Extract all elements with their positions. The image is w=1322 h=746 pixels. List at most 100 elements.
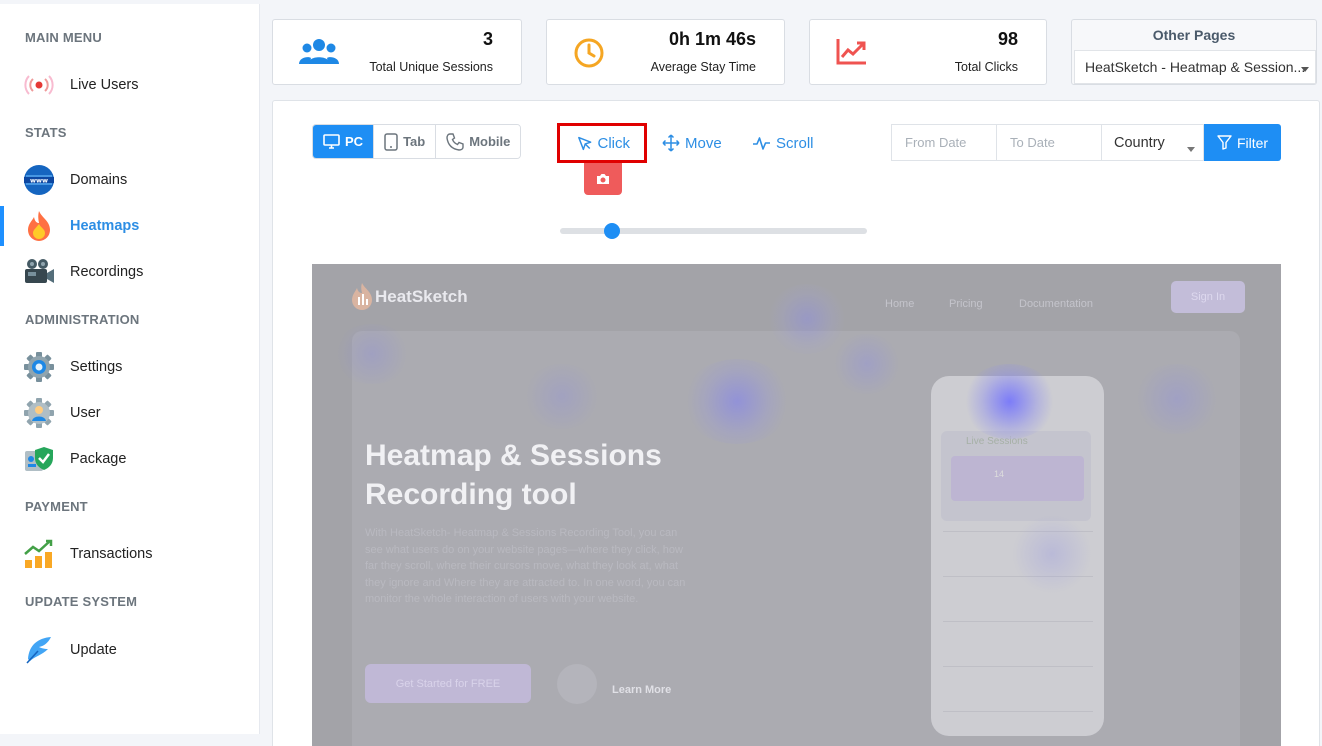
heatsketch-logo-icon — [352, 283, 372, 310]
mode-label: Click — [597, 134, 631, 152]
device-pc-button[interactable]: PC — [313, 125, 375, 158]
sidebar-item-label: Transactions — [70, 546, 153, 562]
screenshot-button[interactable] — [584, 163, 622, 195]
live-signal-icon — [23, 69, 55, 101]
sidebar-item-settings[interactable]: Settings — [0, 347, 259, 387]
divider — [943, 666, 1093, 667]
heat-spot — [962, 364, 1057, 439]
preview-learn-more: Learn More — [612, 684, 672, 696]
to-date-input[interactable]: To Date — [996, 124, 1101, 161]
other-pages-title: Other Pages — [1152, 26, 1236, 43]
device-tab-button[interactable]: Tab — [374, 125, 437, 158]
heat-spot — [832, 334, 902, 394]
sidebar-item-domains[interactable]: www Domains — [0, 160, 259, 200]
preview-logo-text: HeatSketch — [375, 287, 468, 306]
stat-card-sessions: 3 Total Unique Sessions — [272, 19, 522, 85]
feather-icon — [23, 634, 55, 666]
sidebar-item-user[interactable]: User — [0, 393, 259, 433]
filter-button-label: Filter — [1236, 134, 1269, 151]
chevron-down-icon — [1301, 67, 1309, 72]
preview-cta: Get Started for FREE — [365, 664, 531, 703]
shield-check-icon — [23, 443, 55, 475]
gear-icon — [23, 351, 55, 383]
stat-caption: Total Unique Sessions — [369, 60, 493, 74]
section-title-payment: PAYMENT — [25, 499, 88, 514]
zoom-slider-handle[interactable] — [604, 223, 620, 239]
preview-phone-stat — [951, 456, 1084, 501]
preview-paragraph: With HeatSketch- Heatmap & Sessions Reco… — [365, 527, 686, 605]
stat-caption: Average Stay Time — [650, 60, 756, 74]
stat-card-stay-time: 0h 1m 46s Average Stay Time — [546, 19, 785, 85]
sidebar-item-update[interactable]: Update — [0, 630, 259, 670]
sidebar-item-label: Heatmaps — [70, 218, 140, 234]
tablet-icon — [384, 132, 398, 151]
preview-sign-in: Sign In — [1171, 281, 1245, 313]
device-label: Mobile — [469, 134, 511, 149]
section-title-administration: ADMINISTRATION — [25, 312, 140, 327]
phone-icon — [446, 132, 464, 151]
preview-nav-home: Home — [885, 298, 915, 310]
clock-icon — [573, 37, 605, 74]
filter-button[interactable]: Filter — [1204, 124, 1281, 161]
sidebar-item-label: User — [70, 405, 101, 421]
sidebar-item-label: Package — [70, 451, 127, 467]
www-globe-icon: www — [23, 164, 55, 196]
device-label: PC — [345, 134, 364, 149]
stat-value: 0h 1m 46s — [668, 29, 756, 49]
funnel-icon — [1217, 135, 1232, 150]
users-icon — [299, 37, 339, 72]
device-toggle-group: PC Tab Mobile — [312, 124, 522, 159]
heatmap-preview[interactable]: HeatSketch Home Pricing Documentation Si… — [312, 264, 1281, 746]
sidebar-item-label: Update — [70, 642, 117, 658]
mode-scroll-button[interactable]: Scroll — [752, 123, 814, 163]
preview-phone-stat-value: 14 — [994, 469, 1005, 479]
mode-click-button[interactable]: Click — [557, 123, 647, 163]
other-pages-card: Other Pages HeatSketch - Heatmap & Sessi… — [1071, 19, 1317, 85]
heat-spot — [522, 364, 602, 429]
mode-label: Move — [685, 134, 722, 152]
other-pages-select[interactable]: HeatSketch - Heatmap & Session... — [1074, 50, 1316, 84]
monitor-icon — [323, 134, 340, 149]
sidebar: MAIN MENU Live Users STATS www Domains H… — [0, 4, 260, 734]
sidebar-item-label: Live Users — [70, 77, 139, 93]
sidebar-item-recordings[interactable]: Recordings — [0, 252, 259, 292]
preview-nav-pricing: Pricing — [949, 298, 983, 310]
sidebar-item-live-users[interactable]: Live Users — [0, 65, 259, 105]
camera-icon — [597, 174, 609, 184]
sidebar-item-package[interactable]: Package — [0, 439, 259, 479]
section-title-main-menu: MAIN MENU — [25, 30, 102, 45]
preview-logo: HeatSketch — [349, 282, 468, 312]
heat-spot — [332, 324, 412, 384]
device-label: Tab — [403, 134, 426, 149]
from-date-input[interactable]: From Date — [891, 124, 996, 161]
filter-bar: From Date To Date Country Filter — [891, 124, 1281, 161]
preview-nav-documentation: Documentation — [1019, 298, 1093, 310]
section-title-stats: STATS — [25, 125, 67, 140]
heat-spot — [767, 284, 847, 354]
sidebar-item-label: Recordings — [70, 264, 144, 280]
fire-icon — [23, 210, 55, 242]
country-select[interactable]: Country — [1101, 124, 1204, 161]
sidebar-item-heatmaps[interactable]: Heatmaps — [0, 206, 259, 246]
heat-spot — [1012, 514, 1092, 594]
stat-caption: Total Clicks — [954, 60, 1018, 74]
sidebar-item-label: Settings — [70, 359, 123, 375]
country-select-value: Country — [1114, 134, 1165, 151]
chevron-down-icon — [1187, 147, 1195, 152]
section-title-update-system: UPDATE SYSTEM — [25, 594, 138, 609]
mode-move-button[interactable]: Move — [662, 123, 722, 163]
preview-learn-more-icon — [557, 664, 597, 704]
stat-value: 98 — [997, 29, 1018, 49]
divider — [943, 621, 1093, 622]
divider — [943, 711, 1093, 712]
user-gear-icon — [23, 397, 55, 429]
heat-spot — [682, 359, 792, 444]
activity-pulse-icon — [753, 137, 770, 150]
trend-chart-icon — [836, 37, 868, 70]
sidebar-item-transactions[interactable]: Transactions — [0, 534, 259, 574]
stat-value: 3 — [482, 29, 493, 49]
device-mobile-button[interactable]: Mobile — [436, 125, 521, 158]
move-arrows-icon — [662, 134, 680, 152]
svg-text:www: www — [30, 177, 48, 185]
other-pages-selected: HeatSketch - Heatmap & Session... — [1085, 59, 1306, 75]
